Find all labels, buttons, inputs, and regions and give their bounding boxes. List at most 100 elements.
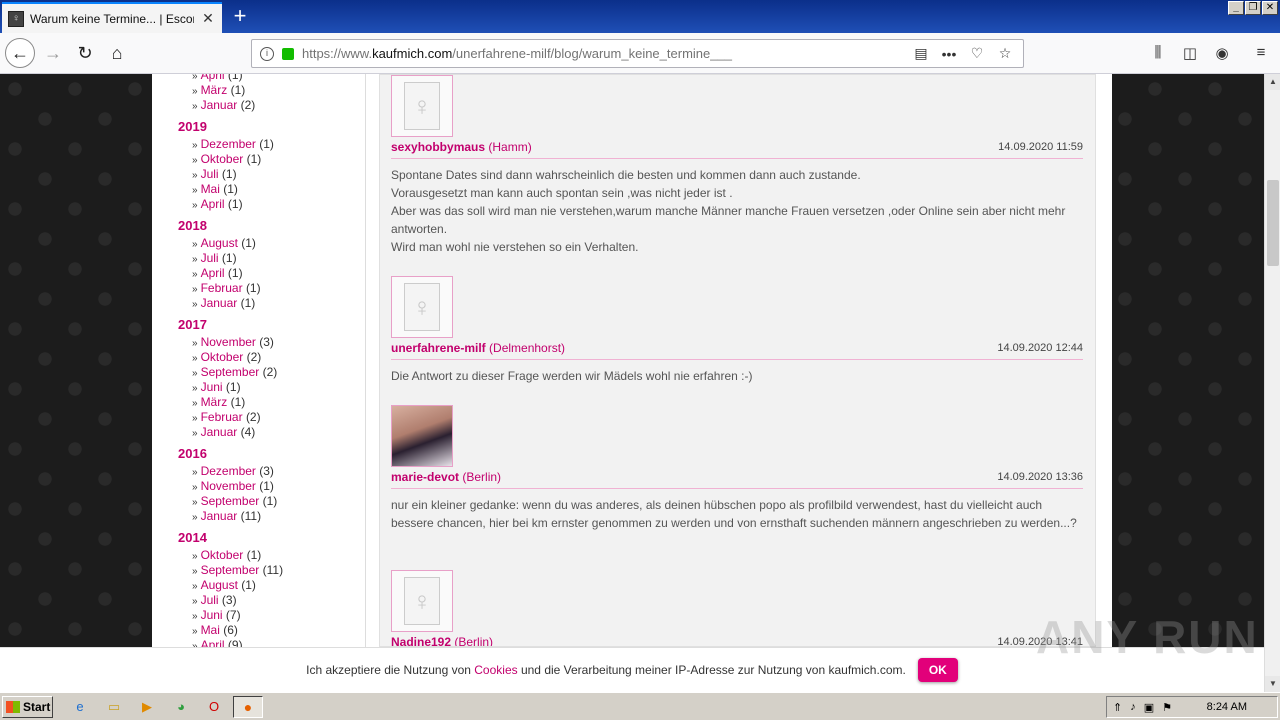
- start-button[interactable]: Start: [2, 696, 53, 718]
- close-window-button[interactable]: ✕: [1262, 1, 1278, 15]
- comment-author-link[interactable]: Nadine192: [391, 635, 451, 646]
- archive-month-count: (1): [227, 266, 243, 280]
- scroll-up-arrow-icon[interactable]: ▲: [1265, 74, 1280, 90]
- comment: ♀ unerfahrene-milf (Delmenhorst) 14.09.202…: [391, 276, 1083, 385]
- tray-expand-icon[interactable]: ⇑: [1113, 701, 1122, 714]
- user-avatar[interactable]: [391, 405, 453, 467]
- lock-icon[interactable]: [282, 47, 294, 60]
- archive-month-link[interactable]: Februar: [201, 281, 243, 295]
- user-avatar[interactable]: ♀: [391, 75, 453, 137]
- flag-icon[interactable]: ⚑: [1162, 701, 1172, 714]
- archive-month-link[interactable]: Januar: [201, 425, 238, 439]
- bullet-arrow-icon: »: [192, 428, 198, 439]
- volume-icon[interactable]: ♪: [1130, 701, 1136, 713]
- menu-icon[interactable]: ≡: [1251, 44, 1271, 64]
- archive-month-link[interactable]: Juli: [201, 593, 219, 607]
- archive-list: » April (1)» März (1)» Januar (2) 2019» Dezem…: [169, 74, 365, 647]
- maximize-button[interactable]: ❐: [1245, 1, 1261, 15]
- reload-button[interactable]: ↻: [70, 38, 100, 68]
- comment-author-link[interactable]: sexyhobbymaus: [391, 140, 485, 154]
- archive-month-link[interactable]: April: [201, 74, 225, 82]
- user-avatar[interactable]: ♀: [391, 570, 453, 632]
- archive-month-link[interactable]: Februar: [201, 410, 243, 424]
- archive-month-item: » Februar (2): [169, 410, 365, 425]
- archive-year: 2017: [178, 317, 207, 332]
- archive-month-link[interactable]: Mai: [201, 182, 220, 196]
- tab-close-icon[interactable]: ✕: [200, 10, 216, 27]
- archive-month-link[interactable]: Januar: [201, 98, 238, 112]
- archive-month-link[interactable]: März: [201, 395, 228, 409]
- user-avatar[interactable]: ♀: [391, 276, 453, 338]
- info-icon[interactable]: i: [260, 46, 274, 61]
- new-tab-button[interactable]: +: [228, 5, 252, 29]
- comment-author-link[interactable]: unerfahrene-milf: [391, 341, 486, 355]
- archive-month-link[interactable]: September: [201, 365, 260, 379]
- archive-month-count: (1): [262, 494, 278, 508]
- comment-meta: marie-devot (Berlin) 14.09.2020 13:36: [391, 470, 1083, 489]
- bullet-arrow-icon: »: [192, 611, 198, 622]
- bullet-arrow-icon: »: [192, 413, 198, 424]
- archive-month-count: (1): [221, 251, 237, 265]
- comment-author-link[interactable]: marie-devot: [391, 470, 459, 484]
- archive-month-link[interactable]: Oktober: [201, 152, 244, 166]
- sidebar-icon[interactable]: ◫: [1180, 44, 1200, 64]
- archive-month-count: (1): [259, 137, 274, 151]
- archive-month-link[interactable]: April: [201, 266, 225, 280]
- archive-month-link[interactable]: August: [201, 236, 238, 250]
- archive-month-item: » Januar (4): [169, 425, 365, 440]
- internet-explorer-icon[interactable]: e: [70, 697, 90, 717]
- url-text[interactable]: https://www.kaufmich.com/unerfahrene-mil…: [302, 46, 903, 61]
- archive-month-link[interactable]: Januar: [201, 296, 238, 310]
- scroll-thumb[interactable]: [1267, 180, 1279, 266]
- archive-month-item: » November (3): [169, 335, 365, 350]
- comment-line: Spontane Dates sind dann wahrscheinlich …: [391, 168, 861, 182]
- archive-month-item: » Mai (1): [169, 182, 365, 197]
- archive-month-count: (2): [240, 98, 256, 112]
- archive-month-link[interactable]: Juli: [201, 167, 219, 181]
- minimize-button[interactable]: _: [1228, 1, 1244, 15]
- archive-month-link[interactable]: Juni: [201, 380, 223, 394]
- cookie-ok-button[interactable]: OK: [917, 658, 958, 682]
- archive-month-link[interactable]: Oktober: [201, 350, 244, 364]
- archive-month-link[interactable]: Mai: [201, 623, 220, 637]
- bookmark-star-icon[interactable]: ☆: [995, 45, 1015, 62]
- comment: ♀ Nadine192 (Berlin) 14.09.2020 13:41: [391, 570, 1083, 646]
- folder-icon[interactable]: ▭: [104, 697, 124, 717]
- archive-month-count: (3): [259, 335, 274, 349]
- archive-month-link[interactable]: November: [201, 479, 256, 493]
- archive-month-link[interactable]: Dezember: [201, 464, 256, 478]
- title-bar: ♀ Warum keine Termine... | Escort u ✕ + …: [0, 0, 1280, 33]
- firefox-taskbar-button[interactable]: ●: [233, 696, 263, 718]
- media-player-icon[interactable]: ▶: [137, 697, 157, 717]
- archive-month-link[interactable]: Oktober: [201, 548, 244, 562]
- forward-button[interactable]: →: [38, 38, 68, 68]
- chrome-icon[interactable]: ◕: [171, 697, 191, 717]
- library-icon[interactable]: ⫼: [1148, 44, 1168, 64]
- archive-month-link[interactable]: November: [201, 335, 256, 349]
- more-actions-icon[interactable]: •••: [939, 46, 959, 62]
- account-icon[interactable]: ◉: [1212, 44, 1232, 64]
- vertical-scrollbar[interactable]: ▲ ▼: [1264, 74, 1280, 692]
- browser-tab[interactable]: ♀ Warum keine Termine... | Escort u ✕: [2, 2, 222, 33]
- cookies-link[interactable]: Cookies: [474, 663, 517, 677]
- archive-month-link[interactable]: Juli: [201, 251, 219, 265]
- comment-location: (Berlin): [462, 470, 502, 484]
- opera-icon[interactable]: O: [204, 697, 224, 717]
- archive-month-link[interactable]: Juni: [201, 608, 223, 622]
- archive-month-link[interactable]: Januar: [201, 509, 238, 523]
- url-bar[interactable]: i https://www.kaufmich.com/unerfahrene-m…: [251, 39, 1024, 68]
- home-button[interactable]: ⌂: [102, 38, 132, 68]
- back-button[interactable]: ←: [5, 38, 35, 68]
- archive-month-link[interactable]: August: [201, 578, 238, 592]
- reader-view-icon[interactable]: ▤: [911, 45, 931, 62]
- pocket-icon[interactable]: ♡: [967, 45, 987, 62]
- scroll-down-arrow-icon[interactable]: ▼: [1265, 676, 1280, 692]
- archive-month-link[interactable]: September: [201, 494, 260, 508]
- network-icon[interactable]: ▣: [1144, 701, 1154, 714]
- archive-month-count: (1): [221, 167, 237, 181]
- archive-month-link[interactable]: März: [201, 83, 228, 97]
- archive-month-link[interactable]: September: [201, 563, 260, 577]
- archive-month-link[interactable]: April: [201, 638, 225, 647]
- archive-month-link[interactable]: Dezember: [201, 137, 256, 151]
- archive-month-link[interactable]: April: [201, 197, 225, 211]
